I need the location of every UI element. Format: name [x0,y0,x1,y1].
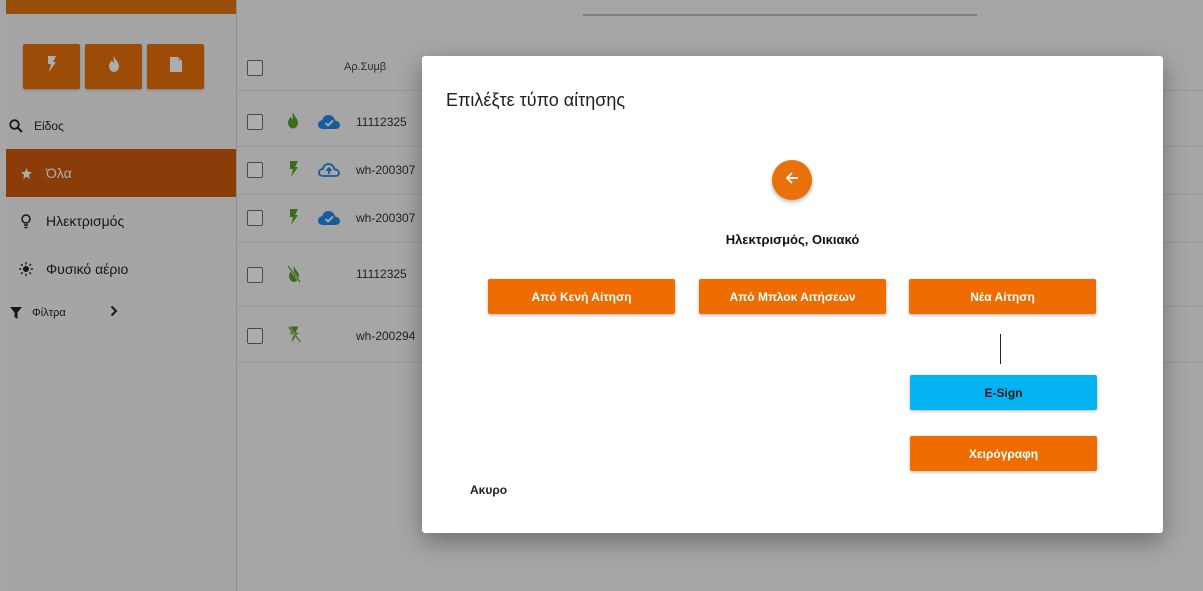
dialog-title: Επιλέξτε τύπο αίτησης [446,90,626,110]
back-button[interactable] [772,160,812,200]
request-type-dialog: Επιλέξτε τύπο αίτησης Ηλεκτρισμός, Οικια… [422,56,1163,533]
cancel-button[interactable]: Ακυρο [470,483,507,497]
new-request-button[interactable]: Νέα Αίτηση [909,279,1096,314]
blank-request-button[interactable]: Από Κενή Αίτηση [488,279,675,314]
esign-button[interactable]: E-Sign [910,375,1097,410]
dialog-subtitle: Ηλεκτρισμός, Οικιακό [725,232,860,247]
handwritten-button[interactable]: Χειρόγραφη [910,436,1097,471]
arrow-left-icon [785,171,799,190]
connector-line [1000,334,1001,364]
app-page: Είδος Όλα Ηλεκτρισμός Φυσικό αέριο Φίλτρ [0,0,1203,591]
request-block-button[interactable]: Από Μπλοκ Αιτήσεων [699,279,886,314]
